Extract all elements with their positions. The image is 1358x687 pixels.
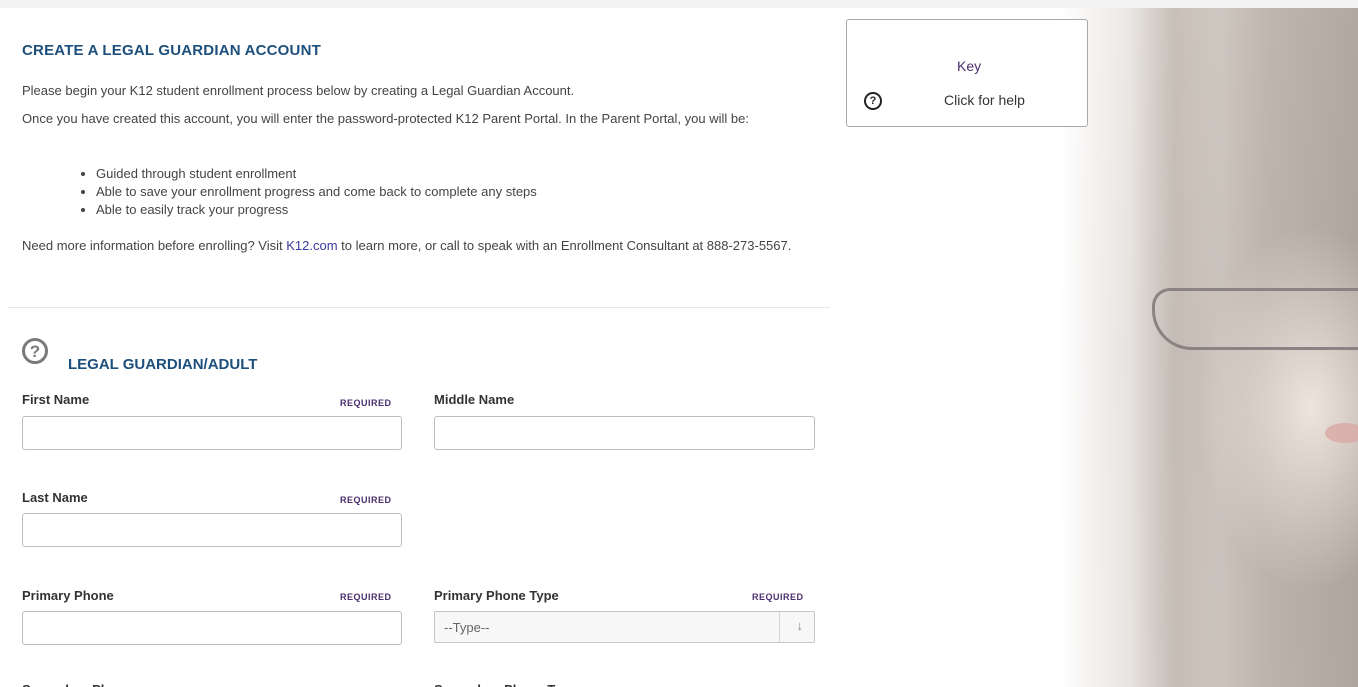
list-item: Guided through student enrollment: [96, 165, 537, 183]
last-name-label: Last Name: [22, 490, 88, 505]
section-help-icon[interactable]: ?: [22, 338, 48, 364]
benefits-list: Guided through student enrollment Able t…: [78, 165, 537, 219]
middle-name-input[interactable]: [434, 416, 815, 450]
section-divider: [8, 307, 830, 308]
secondary-phone-label: Secondary Phone: [22, 682, 132, 687]
primary-phone-label: Primary Phone: [22, 588, 114, 603]
help-icon[interactable]: ?: [864, 92, 882, 110]
secondary-phone-type-label: Secondary Phone Type: [434, 682, 577, 687]
last-name-input[interactable]: [22, 513, 402, 547]
primary-phone-type-label: Primary Phone Type: [434, 588, 559, 603]
primary-phone-required: REQUIRED: [340, 592, 392, 602]
arrow-down-icon: ↓: [796, 618, 804, 633]
intro-paragraph-1: Please begin your K12 student enrollment…: [22, 83, 575, 98]
list-item: Able to save your enrollment progress an…: [96, 183, 537, 201]
select-separator: [779, 612, 780, 642]
hero-photo: [1060, 8, 1358, 687]
primary-phone-type-select[interactable]: --Type-- ↓: [434, 611, 815, 643]
intro-title: CREATE A LEGAL GUARDIAN ACCOUNT: [22, 42, 321, 59]
primary-phone-type-value: --Type--: [444, 620, 490, 635]
list-item: Able to easily track your progress: [96, 201, 537, 219]
photo-face: [1325, 423, 1358, 443]
intro-paragraph-3: Need more information before enrolling? …: [22, 237, 822, 254]
section-title: LEGAL GUARDIAN/ADULT: [68, 356, 258, 373]
top-strip: [0, 0, 1358, 8]
middle-name-label: Middle Name: [434, 392, 515, 407]
key-help-label: Click for help: [944, 92, 1025, 108]
first-name-label: First Name: [22, 392, 90, 407]
first-name-required: REQUIRED: [340, 398, 392, 408]
intro-paragraph-2: Once you have created this account, you …: [22, 111, 749, 126]
k12-link[interactable]: K12.com: [286, 238, 337, 253]
first-name-input[interactable]: [22, 416, 402, 450]
primary-phone-input[interactable]: [22, 611, 402, 645]
last-name-required: REQUIRED: [340, 495, 392, 505]
key-title: Key: [957, 58, 982, 74]
intro-paragraph-3-after: to learn more, or call to speak with an …: [337, 238, 792, 253]
key-box: Key ? Click for help: [846, 19, 1088, 127]
intro-paragraph-3-before: Need more information before enrolling? …: [22, 238, 287, 253]
photo-glasses: [1152, 288, 1358, 350]
primary-phone-type-required: REQUIRED: [752, 592, 804, 602]
